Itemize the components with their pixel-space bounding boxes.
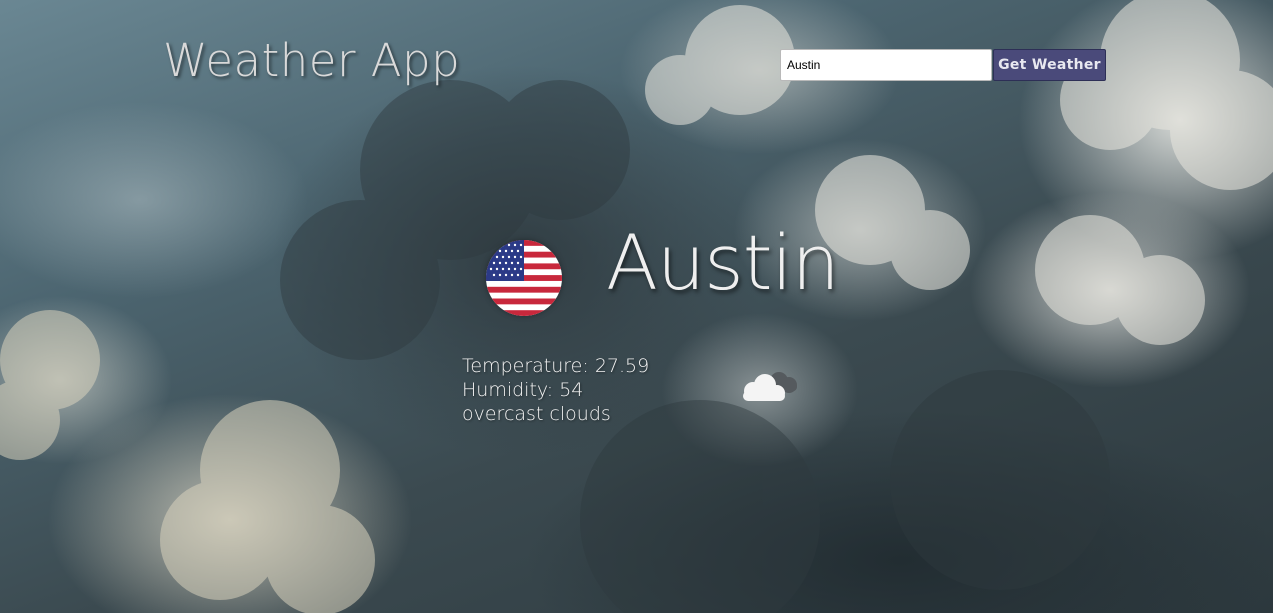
humidity-row: Humidity: 54 [462, 378, 649, 402]
get-weather-button[interactable]: Get Weather [993, 49, 1106, 81]
overcast-clouds-icon [735, 367, 803, 407]
temperature-value: 27.59 [594, 355, 650, 377]
temperature-row: Temperature: 27.59 [462, 354, 649, 378]
city-name: Austin [606, 218, 840, 307]
weather-description: overcast clouds [462, 403, 611, 425]
humidity-value: 54 [559, 379, 584, 401]
weather-details: Temperature: 27.59 Humidity: 54 overcast… [462, 354, 649, 426]
temperature-label: Temperature: [462, 355, 589, 377]
us-flag-icon [486, 240, 562, 316]
humidity-label: Humidity: [462, 379, 554, 401]
app-title: Weather App [163, 34, 461, 87]
city-search-input[interactable] [780, 49, 992, 81]
